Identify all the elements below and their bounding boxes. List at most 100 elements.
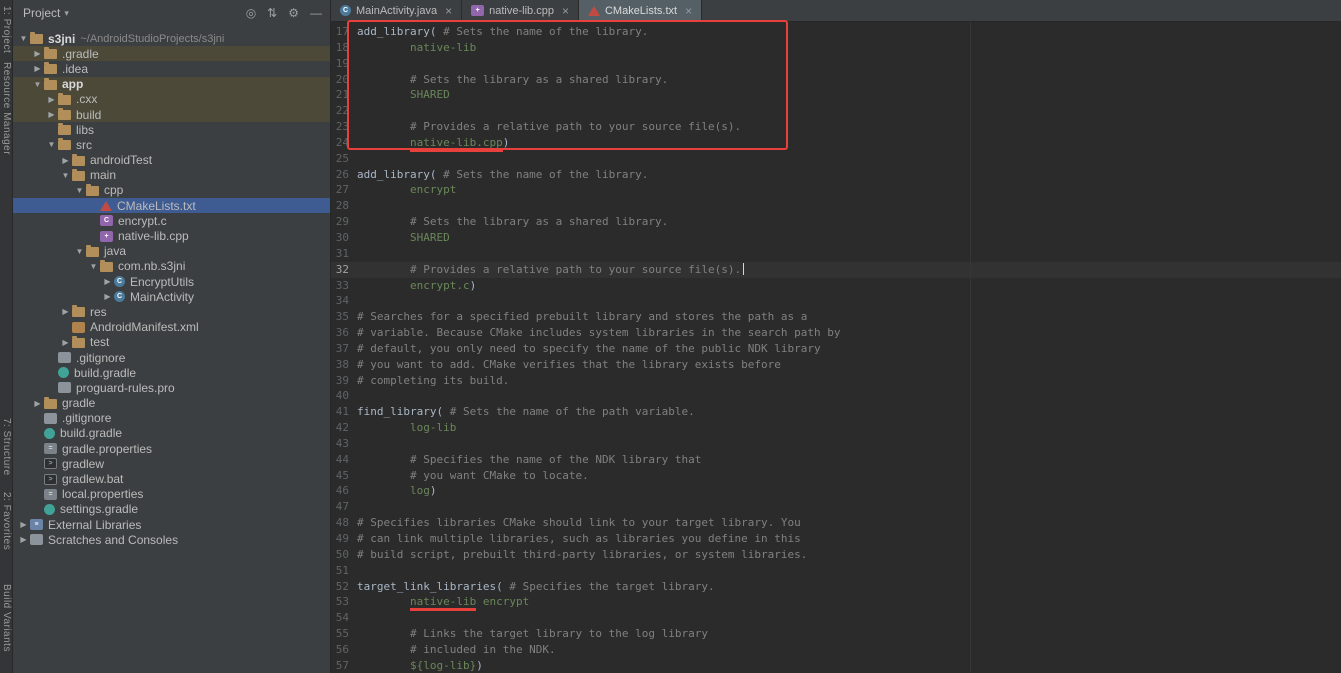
line-number[interactable]: 56 [331, 642, 357, 658]
line-number[interactable]: 51 [331, 563, 357, 579]
code-line[interactable]: 49 # can link multiple libraries, such as… [331, 531, 1341, 547]
chevron-right-icon[interactable]: ▶ [59, 338, 72, 347]
code-line[interactable]: 27 encrypt [331, 182, 1341, 198]
code-line[interactable]: 50 # build script, prebuilt third-party l… [331, 547, 1341, 563]
tree-item[interactable]: ▶ build [13, 106, 330, 123]
chevron-right-icon[interactable]: ▶ [31, 49, 44, 58]
code-line[interactable]: 41 find_library( # Sets the name of the p… [331, 404, 1341, 420]
tree-item[interactable]: .gitignore [13, 350, 330, 365]
close-icon[interactable]: × [445, 5, 452, 17]
tree-item[interactable]: local.properties [13, 487, 330, 502]
tree-item[interactable]: ▼ app [13, 76, 330, 92]
code-line[interactable]: 53 native-lib encrypt [331, 594, 1341, 612]
code-editor[interactable]: 17 add_library( # Sets the name of the li… [331, 22, 1341, 673]
stripe-button[interactable]: Build Variants [1, 584, 12, 652]
tree-item[interactable]: ▶ External Libraries [13, 517, 330, 532]
line-number[interactable]: 52 [331, 579, 357, 595]
chevron-down-icon[interactable]: ▼ [59, 171, 72, 180]
chevron-right-icon[interactable]: ▶ [31, 399, 44, 408]
stripe-button[interactable]: Resource Manager [1, 62, 12, 155]
code-line[interactable]: 37 # default, you only need to specify th… [331, 341, 1341, 357]
tree-item[interactable]: ▶ gradle [13, 396, 330, 411]
line-number[interactable]: 25 [331, 151, 357, 167]
line-number[interactable]: 30 [331, 230, 357, 246]
line-number[interactable]: 34 [331, 293, 357, 309]
code-line[interactable]: 35 # Searches for a specified prebuilt li… [331, 309, 1341, 325]
line-number[interactable]: 31 [331, 246, 357, 262]
chevron-down-icon[interactable]: ▼ [87, 262, 100, 271]
line-number[interactable]: 29 [331, 214, 357, 230]
tree-item[interactable]: AndroidManifest.xml [13, 320, 330, 335]
line-number[interactable]: 49 [331, 531, 357, 547]
line-number[interactable]: 24 [331, 135, 357, 151]
tree-item[interactable]: ▶ test [13, 335, 330, 350]
code-line[interactable]: 42 log-lib [331, 420, 1341, 436]
line-number[interactable]: 43 [331, 436, 357, 452]
code-line[interactable]: 52 target_link_libraries( # Specifies the… [331, 579, 1341, 595]
hide-panel-icon[interactable]: ― [310, 6, 322, 20]
code-line[interactable]: 43 [331, 436, 1341, 452]
line-number[interactable]: 50 [331, 547, 357, 563]
stripe-button[interactable]: 1: Project [1, 6, 12, 53]
chevron-right-icon[interactable]: ▶ [101, 292, 114, 301]
close-icon[interactable]: × [685, 5, 692, 17]
line-number[interactable]: 42 [331, 420, 357, 436]
line-number[interactable]: 40 [331, 388, 357, 404]
line-number[interactable]: 46 [331, 483, 357, 499]
code-line[interactable]: 48 # Specifies libraries CMake should lin… [331, 515, 1341, 531]
line-number[interactable]: 18 [331, 40, 357, 56]
editor-tab[interactable]: CMakeLists.txt × [578, 0, 703, 21]
tree-item[interactable]: ▼ main [13, 168, 330, 183]
code-line[interactable]: 19 [331, 56, 1341, 72]
chevron-right-icon[interactable]: ▶ [101, 277, 114, 286]
tree-item[interactable]: ▶ .gradle [13, 46, 330, 62]
line-number[interactable]: 41 [331, 404, 357, 420]
line-number[interactable]: 37 [331, 341, 357, 357]
tree-item[interactable]: ▼ src [13, 137, 330, 152]
chevron-down-icon[interactable]: ▼ [17, 34, 30, 43]
code-line[interactable]: 46 log) [331, 483, 1341, 499]
tree-item[interactable]: CMakeLists.txt [13, 198, 330, 214]
line-number[interactable]: 45 [331, 468, 357, 484]
line-number[interactable]: 47 [331, 499, 357, 515]
code-line[interactable]: 38 # you want to add. CMake verifies that… [331, 357, 1341, 373]
line-number[interactable]: 23 [331, 119, 357, 135]
line-number[interactable]: 27 [331, 182, 357, 198]
chevron-down-icon[interactable]: ▼ [73, 247, 86, 256]
project-view-dropdown[interactable]: Project ▾ [23, 6, 69, 20]
tree-item[interactable]: libs [13, 122, 330, 137]
tree-item[interactable]: ▶ .cxx [13, 91, 330, 107]
code-line[interactable]: 24 native-lib.cpp) [331, 135, 1341, 152]
code-line[interactable]: 18 native-lib [331, 40, 1341, 56]
tree-item[interactable]: native-lib.cpp [13, 228, 330, 243]
line-number[interactable]: 55 [331, 626, 357, 642]
stripe-button[interactable]: 7: Structure [1, 418, 12, 476]
stripe-button[interactable]: 2: Favorites [1, 492, 12, 550]
tree-item[interactable]: build.gradle [13, 426, 330, 441]
tree-item[interactable]: gradle.properties [13, 441, 330, 456]
chevron-right-icon[interactable]: ▶ [45, 95, 58, 104]
tree-item[interactable]: ▶ .idea [13, 61, 330, 76]
line-number[interactable]: 21 [331, 87, 357, 103]
settings-gear-icon[interactable]: ⚙ [288, 6, 299, 20]
line-number[interactable]: 33 [331, 278, 357, 294]
line-number[interactable]: 53 [331, 594, 357, 610]
code-line[interactable]: 25 [331, 151, 1341, 167]
line-number[interactable]: 35 [331, 309, 357, 325]
tree-item[interactable]: ▶ androidTest [13, 153, 330, 168]
line-number[interactable]: 22 [331, 103, 357, 119]
close-icon[interactable]: × [562, 5, 569, 17]
tree-item[interactable]: gradlew.bat [13, 471, 330, 486]
code-line[interactable]: 20 # Sets the library as a shared librar… [331, 72, 1341, 88]
tree-item[interactable]: ▼ cpp [13, 183, 330, 198]
chevron-down-icon[interactable]: ▼ [31, 80, 44, 89]
code-line[interactable]: 17 add_library( # Sets the name of the li… [331, 24, 1341, 40]
line-number[interactable]: 19 [331, 56, 357, 72]
line-number[interactable]: 38 [331, 357, 357, 373]
code-line[interactable]: 54 [331, 610, 1341, 626]
code-line[interactable]: 51 [331, 563, 1341, 579]
line-number[interactable]: 39 [331, 373, 357, 389]
code-line[interactable]: 21 SHARED [331, 87, 1341, 103]
code-line[interactable]: 39 # completing its build. [331, 373, 1341, 389]
code-line[interactable]: 55 # Links the target library to the log… [331, 626, 1341, 642]
